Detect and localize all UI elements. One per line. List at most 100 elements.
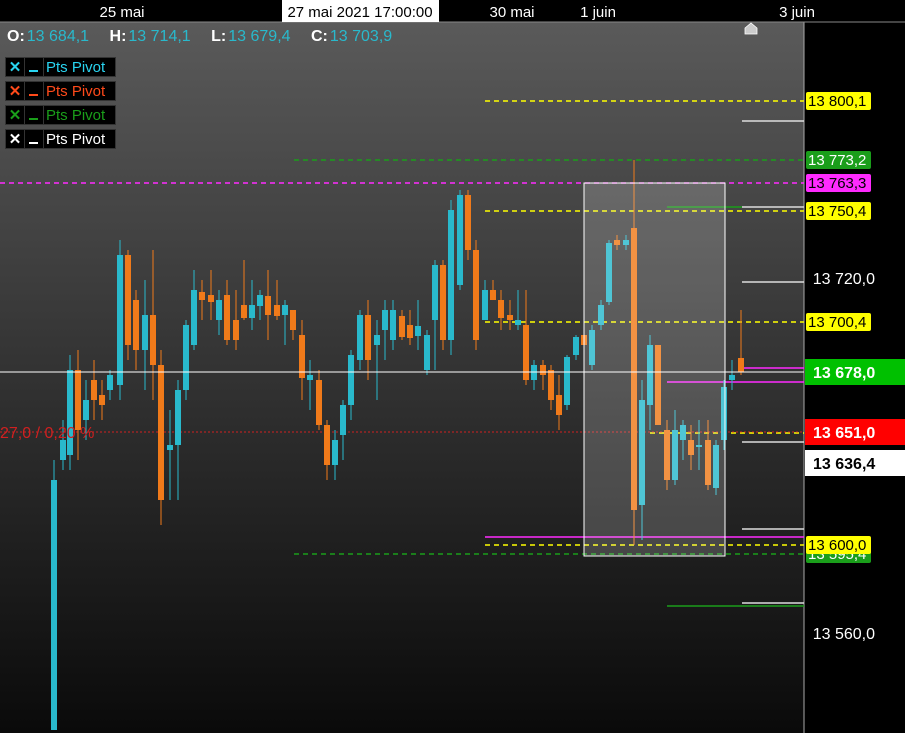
candle-body xyxy=(216,300,222,320)
candle-body xyxy=(415,326,421,336)
legend-row[interactable]: ✕ Pts Pivot xyxy=(5,105,116,125)
legend-row[interactable]: ✕ Pts Pivot xyxy=(5,57,116,77)
candle-body xyxy=(448,210,454,340)
candle-body xyxy=(390,310,396,340)
price-chart[interactable]: 25 mai 30 mai 1 juin 3 juin 27 mai 2021 17:0… xyxy=(0,0,905,733)
close-icon[interactable]: ✕ xyxy=(6,58,25,76)
selection-rectangle[interactable] xyxy=(583,182,726,557)
candle-body xyxy=(150,315,156,365)
price-tag-label: 13 773,2 xyxy=(808,152,866,169)
candle-body xyxy=(167,445,173,450)
candle-body xyxy=(83,400,89,420)
time-axis-label: 30 mai xyxy=(489,4,534,21)
time-axis-label: 1 juin xyxy=(580,4,616,21)
candle-body xyxy=(274,305,280,316)
time-cursor-label: 27 mai 2021 17:00:00 xyxy=(287,4,432,21)
candle-body xyxy=(99,395,105,405)
candle-body xyxy=(125,255,131,345)
candle-body xyxy=(257,295,263,306)
price-tag-label: 13 651,0 xyxy=(813,425,875,442)
candle-body xyxy=(465,195,471,250)
price-tag-label: 13 800,1 xyxy=(808,93,866,110)
candle-body xyxy=(183,325,189,390)
candle-body xyxy=(482,290,488,320)
price-tag-label: 13 700,4 xyxy=(808,314,866,331)
candle-body xyxy=(75,370,81,430)
price-scale-tick: 13 560,0 xyxy=(813,626,875,643)
candle-body xyxy=(399,316,405,337)
candle-body xyxy=(158,365,164,500)
candle-body xyxy=(490,290,496,300)
candle-body xyxy=(107,375,113,390)
close-icon[interactable]: ✕ xyxy=(6,130,25,148)
candle-body xyxy=(424,335,430,370)
candle-body xyxy=(374,335,380,345)
candle-body xyxy=(573,337,579,355)
legend-row[interactable]: ✕ Pts Pivot xyxy=(5,81,116,101)
candle-body xyxy=(473,250,479,340)
time-axis-label: 3 juin xyxy=(779,4,815,21)
line-style-icon[interactable] xyxy=(25,82,44,100)
candle-body xyxy=(515,320,521,325)
price-tag-label: 13 763,3 xyxy=(808,175,866,192)
candle-body xyxy=(282,305,288,315)
candle-body xyxy=(233,320,239,340)
legend-label: Pts Pivot xyxy=(46,106,106,124)
close-value: 13 703,9 xyxy=(329,28,393,45)
candle-body xyxy=(91,380,97,400)
candle-body xyxy=(191,290,197,345)
candle-body xyxy=(199,292,205,300)
price-scale-tick: 13 720,0 xyxy=(813,271,875,288)
candle-body xyxy=(548,370,554,400)
close-key: C: xyxy=(310,28,328,45)
legend-label: Pts Pivot xyxy=(46,58,106,76)
candle-body xyxy=(307,375,313,380)
candle-body xyxy=(51,480,57,730)
candle-body xyxy=(249,305,255,318)
candle-body xyxy=(357,315,363,360)
time-axis[interactable]: 25 mai 30 mai 1 juin 3 juin 27 mai 2021 17:0… xyxy=(0,0,905,23)
price-tag-label: 13 600,0 xyxy=(808,537,866,554)
candle-body xyxy=(440,265,446,340)
line-style-icon[interactable] xyxy=(25,106,44,124)
high-value: 13 714,1 xyxy=(128,28,191,45)
legend-label: Pts Pivot xyxy=(46,130,106,148)
close-icon[interactable]: ✕ xyxy=(6,106,25,124)
candle-body xyxy=(457,195,463,285)
candle-body xyxy=(133,300,139,350)
candle-body xyxy=(540,365,546,375)
low-value: 13 679,4 xyxy=(228,28,291,45)
candle-body xyxy=(241,305,247,318)
candle-body xyxy=(564,357,570,405)
candle-body xyxy=(365,315,371,360)
candle-body xyxy=(290,310,296,330)
close-icon[interactable]: ✕ xyxy=(6,82,25,100)
candle-body xyxy=(175,390,181,445)
candle-body xyxy=(332,440,338,465)
candle-body xyxy=(60,440,66,460)
legend-label: Pts Pivot xyxy=(46,82,106,100)
candle-body xyxy=(208,295,214,302)
candle-body xyxy=(498,300,504,318)
candle-body xyxy=(340,405,346,435)
open-value: 13 684,1 xyxy=(26,28,90,45)
high-key: H: xyxy=(109,28,127,45)
price-tag-label: 13 636,4 xyxy=(813,456,875,473)
candle-body xyxy=(382,310,388,330)
candle-body xyxy=(142,315,148,350)
line-style-icon[interactable] xyxy=(25,58,44,76)
candle-body xyxy=(265,296,271,315)
candle-body xyxy=(117,255,123,385)
range-label: 27,0 / 0,20 % xyxy=(0,425,94,442)
legend-row[interactable]: ✕ Pts Pivot xyxy=(5,129,116,149)
candle-body xyxy=(556,395,562,415)
candle-body xyxy=(316,380,322,425)
candle-body xyxy=(738,358,744,372)
candle-body xyxy=(407,325,413,338)
price-tag-label: 13 750,4 xyxy=(808,203,866,220)
line-style-icon[interactable] xyxy=(25,130,44,148)
candle-body xyxy=(67,370,73,455)
candle-body xyxy=(432,265,438,320)
candle-body xyxy=(729,375,735,380)
candle-body xyxy=(507,315,513,320)
